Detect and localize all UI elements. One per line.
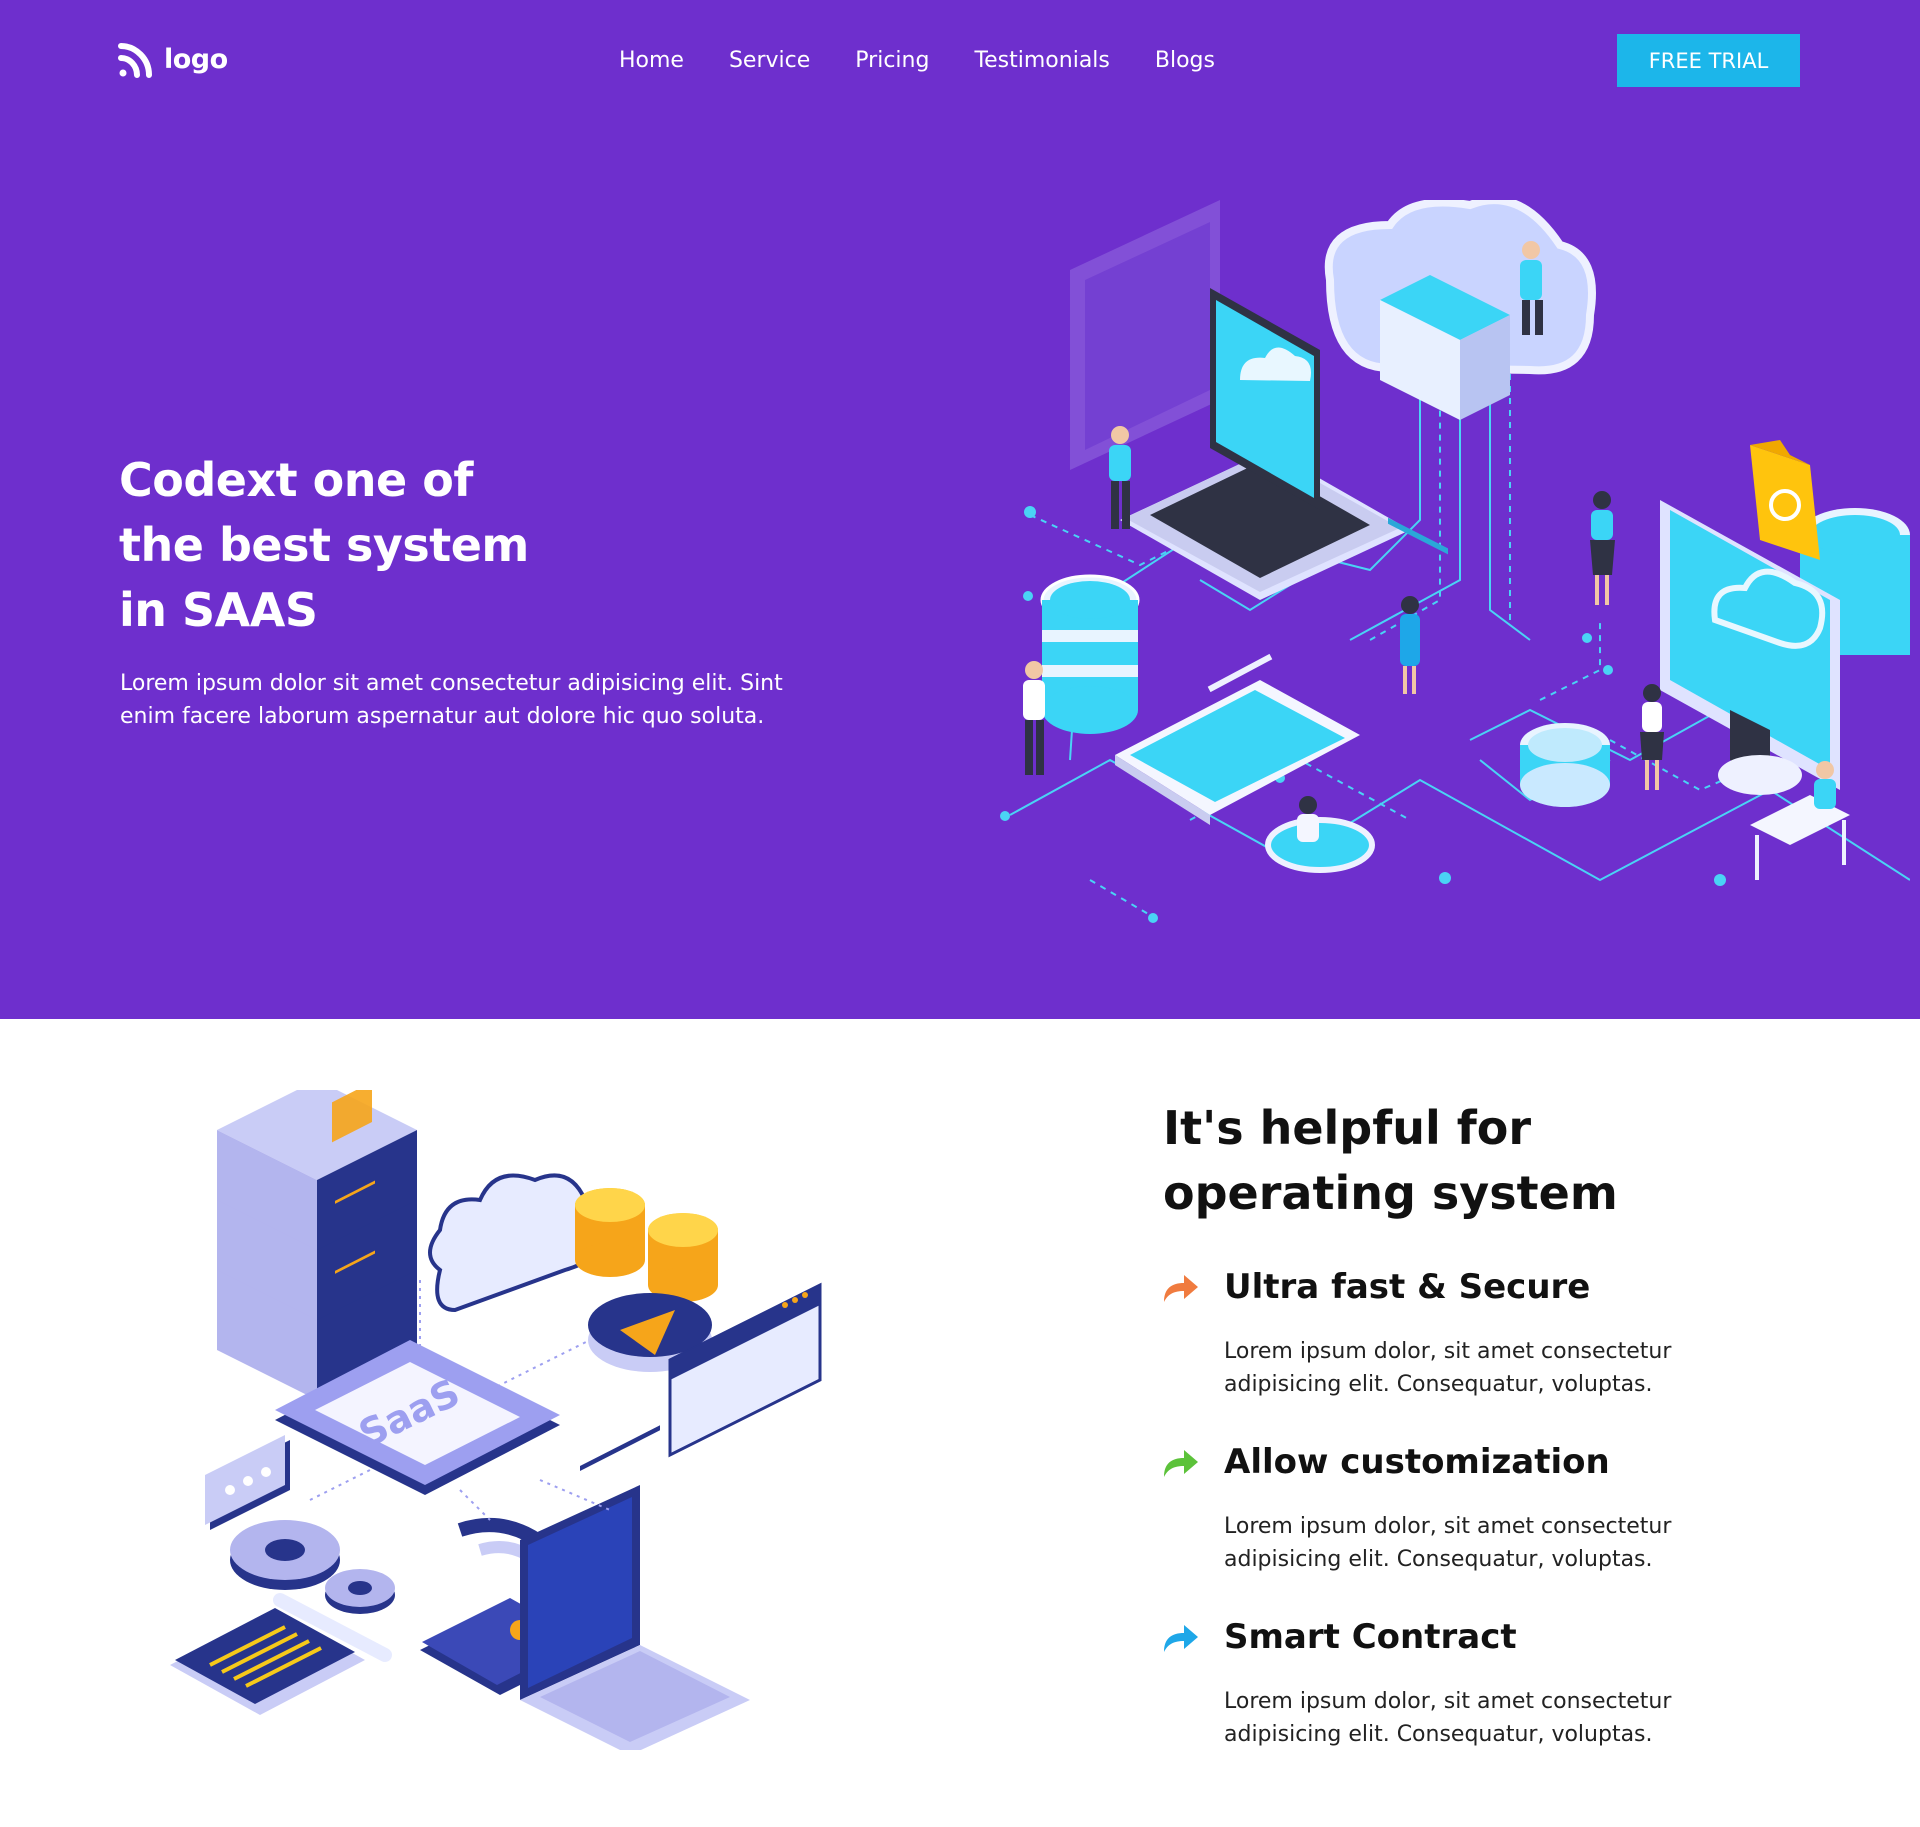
logo[interactable]: logo	[118, 38, 228, 80]
cloud-network-illustration	[1000, 200, 1910, 923]
feature-name: Ultra fast & Secure	[1224, 1267, 1591, 1307]
feature-item: Allow customization Lorem ipsum dolor, s…	[1160, 1435, 1800, 1610]
nav-link-blogs[interactable]: Blogs	[1155, 43, 1215, 79]
nav-link-pricing[interactable]: Pricing	[855, 43, 929, 79]
feature-list: Ultra fast & Secure Lorem ipsum dolor, s…	[1160, 1260, 1800, 1785]
share-arrow-icon	[1164, 1275, 1198, 1302]
nav-link-service[interactable]: Service	[729, 43, 810, 79]
share-arrow-icon	[1164, 1450, 1198, 1477]
feature-name: Smart Contract	[1224, 1617, 1517, 1657]
features-title: It's helpful for operating system	[1163, 1101, 1618, 1220]
hero-title-line: Codext one of	[119, 453, 473, 507]
hero-section: logo Home Service Pricing Testimonials B…	[0, 0, 1920, 1019]
hero-title-line: the best system	[119, 518, 529, 572]
saas-illustration: SaaS	[170, 1090, 822, 1750]
share-arrow-icon	[1164, 1625, 1198, 1652]
free-trial-button[interactable]: FREE TRIAL	[1617, 34, 1800, 87]
nav-link-testimonials[interactable]: Testimonials	[974, 43, 1109, 79]
main-menu: Home Service Pricing Testimonials Blogs	[619, 43, 1260, 79]
feature-item: Smart Contract Lorem ipsum dolor, sit am…	[1160, 1610, 1800, 1785]
feature-name: Allow customization	[1224, 1442, 1610, 1482]
logo-icon	[118, 43, 152, 78]
logo-text: logo	[164, 43, 228, 75]
feature-description: Lorem ipsum dolor, sit amet consectetur …	[1224, 1689, 1672, 1747]
hero-description: Lorem ipsum dolor sit amet consectetur a…	[120, 671, 783, 729]
hero-title: Codext one of the best system in SAAS	[119, 448, 599, 643]
top-navbar: logo Home Service Pricing Testimonials B…	[0, 0, 1920, 120]
hero-title-line: in SAAS	[119, 583, 318, 637]
feature-description: Lorem ipsum dolor, sit amet consectetur …	[1224, 1514, 1672, 1572]
feature-description: Lorem ipsum dolor, sit amet consectetur …	[1224, 1339, 1672, 1397]
nav-link-home[interactable]: Home	[619, 43, 684, 79]
feature-item: Ultra fast & Secure Lorem ipsum dolor, s…	[1160, 1260, 1800, 1435]
